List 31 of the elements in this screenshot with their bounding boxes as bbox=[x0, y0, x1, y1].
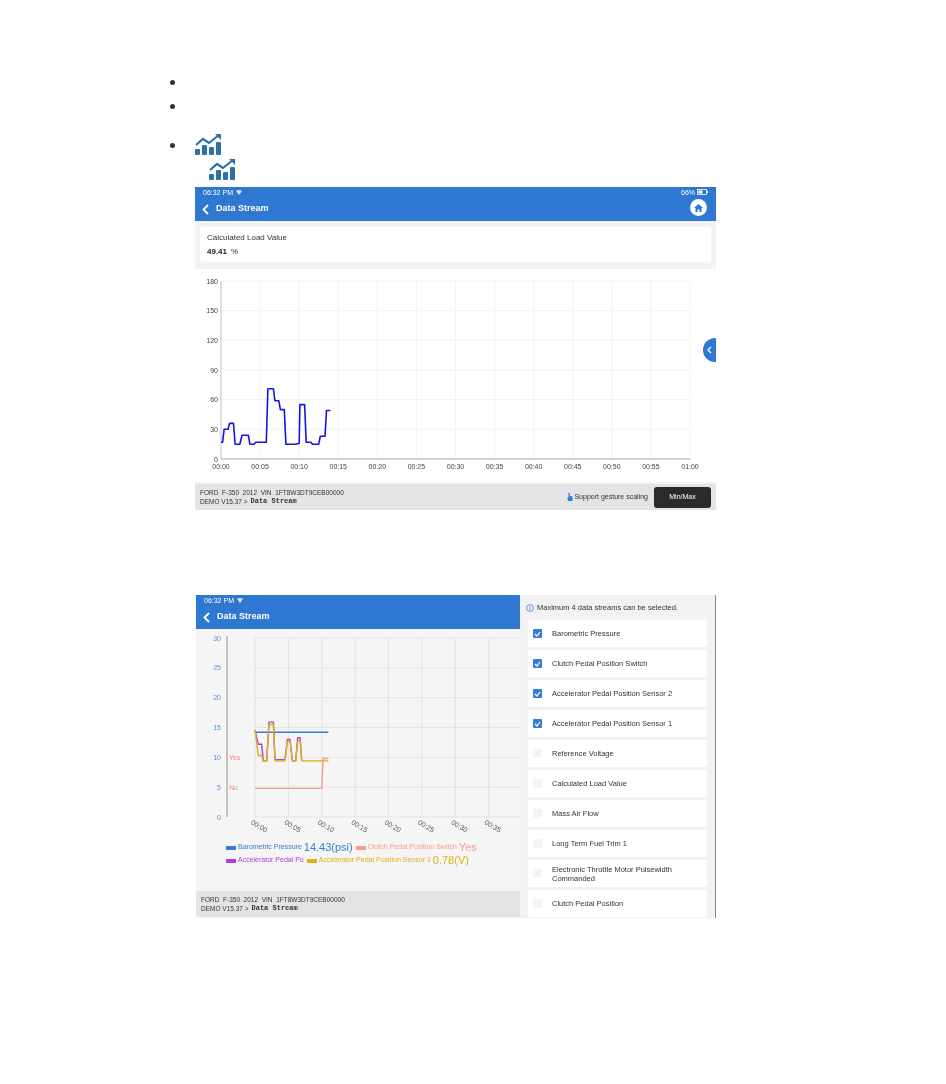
legend-reading: 0.78(V) bbox=[432, 854, 469, 867]
checkbox[interactable] bbox=[533, 629, 542, 638]
chart-trend-icon bbox=[194, 134, 222, 156]
screen-title: Data Stream bbox=[216, 202, 269, 216]
screen-title: Data Stream bbox=[217, 610, 270, 624]
check-icon bbox=[534, 690, 541, 697]
checkbox[interactable] bbox=[533, 719, 542, 728]
bullet-icon bbox=[170, 79, 175, 85]
check-icon bbox=[534, 720, 541, 727]
home-icon bbox=[694, 203, 703, 212]
checkbox[interactable] bbox=[533, 689, 542, 698]
card-title: Calculated Load Value bbox=[207, 233, 288, 243]
side-panel-tab[interactable] bbox=[703, 338, 716, 362]
check-icon bbox=[534, 660, 541, 667]
back-icon[interactable] bbox=[202, 203, 209, 215]
battery-icon bbox=[697, 189, 708, 195]
hand-pointer-icon bbox=[567, 493, 574, 501]
bullet-icon bbox=[170, 103, 175, 109]
chevron-left-icon bbox=[707, 346, 712, 354]
card-value: 49.41 bbox=[207, 247, 228, 257]
card-unit: % bbox=[231, 247, 239, 257]
legend-reading: Yes bbox=[458, 841, 477, 854]
wifi-icon bbox=[236, 597, 243, 603]
check-icon bbox=[534, 630, 541, 637]
legend-reading: 14.43(psi) bbox=[303, 841, 353, 854]
back-icon[interactable] bbox=[203, 611, 210, 623]
checkbox[interactable] bbox=[533, 659, 542, 668]
info-icon bbox=[526, 603, 534, 612]
chart-trend-icon bbox=[208, 159, 236, 181]
wifi-icon bbox=[235, 189, 242, 195]
bullet-icon bbox=[170, 142, 175, 148]
